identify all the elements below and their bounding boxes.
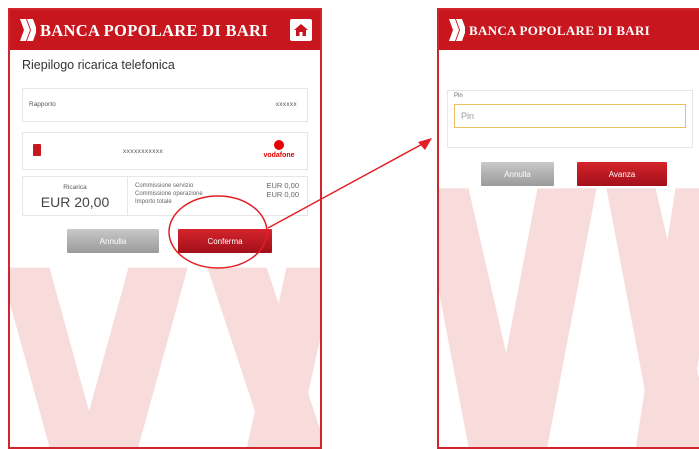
page-title: Riepilogo ricarica telefonica — [22, 58, 175, 72]
phone-row: xxxxxxxxxxx vodafone — [22, 132, 308, 170]
bank-name: BANCA POPOLARE DI BARI — [469, 23, 651, 38]
recharge-amount-box: Ricarica EUR 20,00 — [23, 177, 128, 215]
pin-section: Pin — [447, 90, 693, 148]
bank-logo-icon — [20, 19, 36, 41]
app-header: BANCA POPOLARE DI BARI — [10, 10, 320, 50]
sim-card-icon — [33, 144, 41, 156]
recharge-detail: Ricarica EUR 20,00 Commissione servizio … — [22, 176, 308, 216]
fee-amount: EUR 0,00 — [266, 189, 299, 199]
fee-amounts: EUR 0,00 EUR 0,00 — [266, 181, 299, 199]
avanti-button[interactable]: Avanza — [577, 162, 667, 186]
rapporto-row: Rapporto xxxxxx — [22, 88, 308, 122]
rapporto-value: xxxxxx — [275, 101, 297, 108]
pin-input[interactable] — [454, 104, 686, 128]
annulla-button[interactable]: Annulla — [481, 162, 554, 186]
rapporto-label: Rapporto — [29, 101, 56, 108]
vodafone-icon — [274, 140, 284, 150]
background-chevrons — [439, 188, 699, 447]
ricarica-value: EUR 20,00 — [40, 194, 110, 210]
vodafone-logo: vodafone — [259, 138, 299, 166]
app-header: BANCA POPOLARE DI BARI — [439, 10, 699, 50]
fee-label: Commissione operazione — [135, 191, 203, 197]
home-icon — [294, 24, 308, 36]
confirm-screen: BANCA POPOLARE DI BARI Riepilogo ricaric… — [8, 8, 322, 449]
phone-number: xxxxxxxxxxx — [123, 148, 164, 155]
arrow-head — [418, 138, 432, 150]
ricarica-label: Ricarica — [63, 184, 87, 191]
bank-logo-icon — [449, 19, 465, 41]
home-button[interactable] — [290, 19, 312, 41]
conferma-button[interactable]: Conferma — [178, 229, 272, 253]
annulla-button[interactable]: Annulla — [67, 229, 159, 253]
operator-name: vodafone — [263, 152, 295, 159]
fee-label: Commissione servizio — [135, 183, 194, 189]
fee-label: Importo totale — [135, 199, 172, 205]
fees-list: Commissione servizio Commissione operazi… — [135, 182, 203, 206]
bank-name: BANCA POPOLARE DI BARI — [40, 21, 268, 40]
pin-label: Pin — [454, 93, 463, 99]
pin-screen: BANCA POPOLARE DI BARI Pin Annulla Avanz… — [437, 8, 699, 449]
